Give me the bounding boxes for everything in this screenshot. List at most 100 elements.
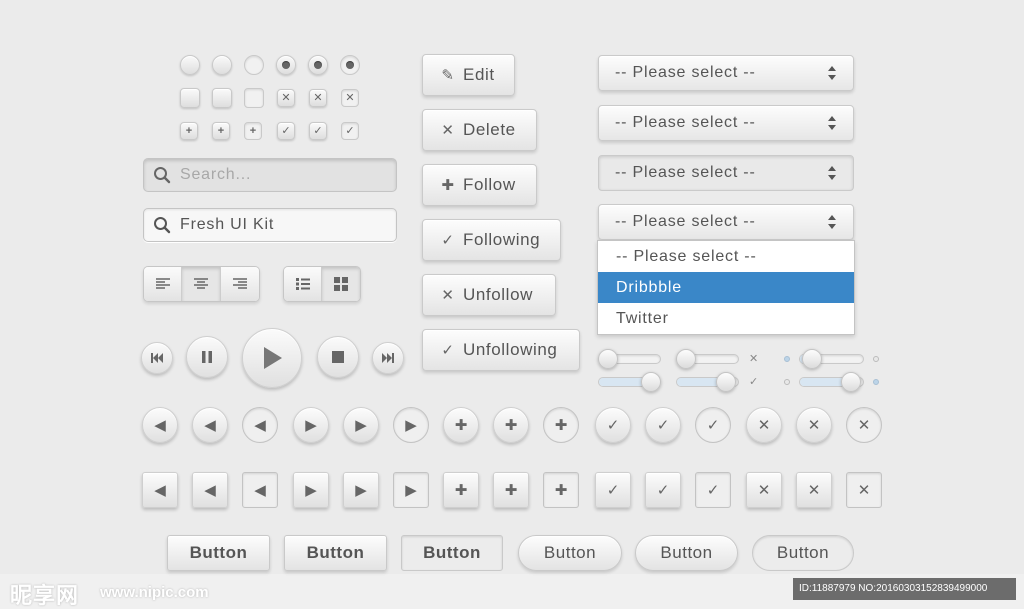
close-round-button[interactable]: ✕: [746, 407, 782, 443]
follow-button[interactable]: ✚ Follow: [422, 164, 537, 206]
check-icon: ✓: [313, 125, 323, 137]
button-square-1[interactable]: Button: [167, 535, 270, 571]
add-round-button[interactable]: ✚: [493, 407, 529, 443]
delete-button[interactable]: ✕ Delete: [422, 109, 537, 151]
next-round-button[interactable]: ▶: [343, 407, 379, 443]
list-view-button[interactable]: [284, 267, 323, 301]
radio-dot-icon: [314, 61, 322, 69]
align-center-button[interactable]: [182, 267, 221, 301]
search-input[interactable]: [180, 166, 380, 184]
select-2[interactable]: -- Please select --: [598, 105, 854, 141]
align-right-button[interactable]: [220, 267, 259, 301]
watermark-brand: 昵享网: [10, 583, 80, 608]
radio-off-raised-2[interactable]: [212, 55, 232, 75]
check-icon: ✓: [706, 417, 720, 434]
stop-button[interactable]: [317, 336, 359, 378]
next-round-button[interactable]: ▶: [293, 407, 329, 443]
close-round-button[interactable]: ✕: [796, 407, 832, 443]
checkbox-empty-1[interactable]: [180, 88, 200, 108]
select-3[interactable]: -- Please select --: [598, 155, 854, 191]
previous-button[interactable]: [141, 342, 173, 374]
next-square-button[interactable]: ▶: [343, 472, 379, 508]
radio-off-raised-1[interactable]: [180, 55, 200, 75]
next-round-button-flat[interactable]: ▶: [393, 407, 429, 443]
select-option[interactable]: Twitter: [598, 303, 854, 334]
confirm-square-button[interactable]: ✓: [595, 472, 631, 508]
pause-button[interactable]: [186, 336, 228, 378]
button-square-2[interactable]: Button: [284, 535, 387, 571]
prev-round-button[interactable]: ◀: [142, 407, 178, 443]
button-label: Button: [189, 543, 248, 562]
confirm-square-button[interactable]: ✓: [645, 472, 681, 508]
slider-handle[interactable]: [598, 349, 619, 369]
radio-on-raised-1[interactable]: [276, 55, 296, 75]
toggle-plus-flat[interactable]: +: [244, 122, 262, 140]
unfollow-button[interactable]: ✕ Unfollow: [422, 274, 556, 316]
play-button[interactable]: [242, 328, 302, 388]
radio-on-raised-2[interactable]: [308, 55, 328, 75]
radio-on-flat[interactable]: [340, 55, 360, 75]
checkbox-empty-flat[interactable]: [244, 88, 264, 108]
min-dot-icon: [784, 356, 790, 362]
next-square-button-flat[interactable]: ▶: [393, 472, 429, 508]
select-1[interactable]: -- Please select --: [598, 55, 854, 91]
next-square-button[interactable]: ▶: [293, 472, 329, 508]
skip-forward-icon: [382, 353, 394, 363]
triangle-left-icon: ◀: [254, 482, 266, 499]
button-pill-2[interactable]: Button: [635, 535, 738, 571]
min-dot-icon: [784, 379, 790, 385]
confirm-round-button-flat[interactable]: ✓: [695, 407, 731, 443]
button-square-flat[interactable]: Button: [401, 535, 503, 571]
triangle-left-icon: ◀: [204, 417, 216, 434]
radio-off-flat[interactable]: [244, 55, 264, 75]
add-square-button[interactable]: ✚: [493, 472, 529, 508]
prev-round-button-flat[interactable]: ◀: [242, 407, 278, 443]
button-pill-flat[interactable]: Button: [752, 535, 854, 571]
confirm-round-button[interactable]: ✓: [645, 407, 681, 443]
unfollowing-button[interactable]: ✓ Unfollowing: [422, 329, 580, 371]
search-input-filled[interactable]: [180, 216, 380, 234]
close-square-button[interactable]: ✕: [746, 472, 782, 508]
close-square-button[interactable]: ✕: [796, 472, 832, 508]
select-4-open[interactable]: -- Please select --: [598, 204, 854, 240]
plus-icon: +: [185, 125, 193, 137]
triangle-right-icon: ▶: [355, 482, 367, 499]
align-left-button[interactable]: [144, 267, 183, 301]
slider-handle[interactable]: [841, 372, 862, 392]
toggle-check-1[interactable]: ✓: [277, 122, 295, 140]
prev-square-button[interactable]: ◀: [192, 472, 228, 508]
confirm-square-button-flat[interactable]: ✓: [695, 472, 731, 508]
check-icon: ✓: [606, 482, 620, 499]
edit-button[interactable]: ✎ Edit: [422, 54, 515, 96]
plus-icon: ✚: [454, 482, 468, 499]
prev-square-button[interactable]: ◀: [142, 472, 178, 508]
toggle-check-flat[interactable]: ✓: [341, 122, 359, 140]
checkbox-x-2[interactable]: ✕: [309, 89, 327, 107]
slider-handle[interactable]: [801, 349, 822, 369]
add-round-button[interactable]: ✚: [443, 407, 479, 443]
checkbox-empty-2[interactable]: [212, 88, 232, 108]
confirm-round-button[interactable]: ✓: [595, 407, 631, 443]
toggle-plus-2[interactable]: +: [212, 122, 230, 140]
toggle-plus-1[interactable]: +: [180, 122, 198, 140]
toggle-check-2[interactable]: ✓: [309, 122, 327, 140]
checkbox-x-flat[interactable]: ✕: [341, 89, 359, 107]
close-round-button-flat[interactable]: ✕: [846, 407, 882, 443]
button-pill-1[interactable]: Button: [518, 535, 622, 571]
select-option[interactable]: -- Please select --: [598, 241, 854, 272]
prev-square-button-flat[interactable]: ◀: [242, 472, 278, 508]
slider-handle[interactable]: [676, 349, 697, 369]
next-button[interactable]: [372, 342, 404, 374]
slider-handle[interactable]: [716, 372, 737, 392]
following-button[interactable]: ✓ Following: [422, 219, 561, 261]
select-option-highlighted[interactable]: Dribbble: [598, 272, 854, 303]
grid-view-button[interactable]: [322, 267, 360, 301]
prev-round-button[interactable]: ◀: [192, 407, 228, 443]
close-square-button-flat[interactable]: ✕: [846, 472, 882, 508]
add-square-button[interactable]: ✚: [443, 472, 479, 508]
checkbox-x-1[interactable]: ✕: [277, 89, 295, 107]
add-square-button-flat[interactable]: ✚: [543, 472, 579, 508]
add-round-button-flat[interactable]: ✚: [543, 407, 579, 443]
slider-handle[interactable]: [640, 372, 661, 392]
list-icon: [295, 278, 310, 290]
